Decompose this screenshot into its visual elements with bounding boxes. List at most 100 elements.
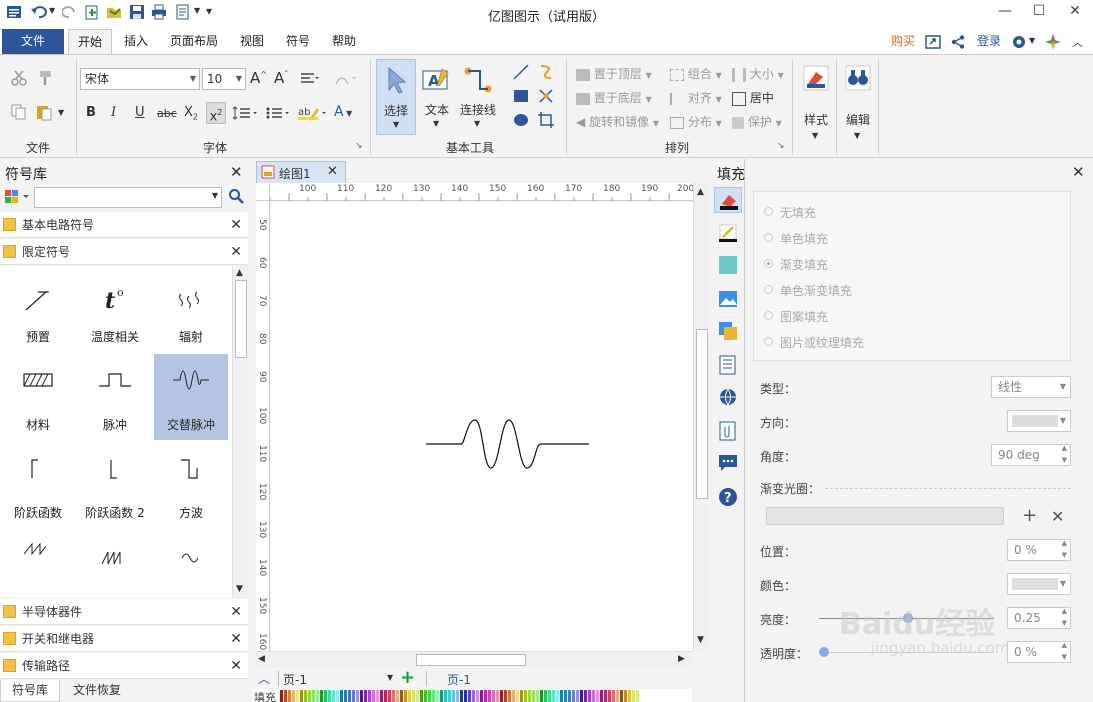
palette-swatch[interactable] [508, 690, 511, 702]
scrollbar-thumb[interactable] [235, 280, 247, 358]
rotate-mirror-button[interactable]: ◀ 旋转和镜像 ▼ [576, 113, 659, 130]
palette-swatch[interactable] [540, 690, 543, 702]
theme-icon[interactable] [1044, 33, 1062, 51]
sine-wave-symbol-icon[interactable] [172, 546, 212, 570]
palette-swatch[interactable] [600, 690, 603, 702]
bullet-list-icon[interactable] [266, 106, 292, 120]
underline-icon[interactable]: U [135, 105, 145, 120]
color-select[interactable]: ▼ [1007, 573, 1071, 595]
palette-swatch[interactable] [360, 690, 363, 702]
scroll-left-icon[interactable]: ◀ [258, 654, 265, 664]
palette-swatch[interactable] [496, 690, 499, 702]
palette-swatch[interactable] [400, 690, 403, 702]
palette-swatch[interactable] [432, 690, 435, 702]
palette-swatch[interactable] [608, 690, 611, 702]
symbol-preset[interactable]: 预置 [1, 266, 75, 352]
help-icon[interactable]: ? [718, 487, 738, 507]
palette-swatch[interactable] [512, 690, 515, 702]
palette-swatch[interactable] [528, 690, 531, 702]
brightness-spinner[interactable]: 0.25 ▲ ▼ [1007, 607, 1071, 629]
paste-dropdown-icon[interactable]: ▼ [58, 108, 64, 117]
palette-swatch[interactable] [316, 690, 319, 702]
strikethrough-icon[interactable]: abc [157, 107, 177, 120]
radio-solid-fill[interactable]: 单色填充 [764, 230, 964, 246]
palette-swatch[interactable] [472, 690, 475, 702]
palette-swatch[interactable] [340, 690, 343, 702]
library-section-qualifier[interactable]: 限定符号 ✕ [0, 239, 248, 265]
arc-shape-icon[interactable] [537, 63, 555, 81]
color-palette[interactable]: 填充 [252, 689, 692, 702]
palette-swatch[interactable] [612, 690, 615, 702]
palette-swatch[interactable] [380, 690, 383, 702]
palette-swatch[interactable] [580, 690, 583, 702]
scroll-up-icon[interactable]: ▲ [697, 187, 704, 197]
format-painter-icon[interactable] [36, 69, 54, 87]
close-section-icon[interactable]: ✕ [230, 653, 242, 679]
close-section-icon[interactable]: ✕ [230, 599, 242, 625]
crop-icon[interactable] [537, 111, 555, 129]
page-list-toggle-icon[interactable]: ︿ [258, 670, 270, 687]
palette-swatch[interactable] [576, 690, 579, 702]
palette-swatch[interactable] [372, 690, 375, 702]
library-scrollbar[interactable]: ▲ ▼ [232, 266, 248, 598]
palette-swatch[interactable] [420, 690, 423, 702]
close-fill-panel-icon[interactable]: ✕ [1072, 163, 1085, 181]
close-section-icon[interactable]: ✕ [230, 626, 242, 652]
buy-link[interactable]: 购买 [886, 29, 920, 54]
palette-swatch[interactable] [584, 690, 587, 702]
font-dialog-launcher-icon[interactable]: ↘ [355, 141, 363, 151]
palette-swatch[interactable] [556, 690, 559, 702]
palette-swatch[interactable] [628, 690, 631, 702]
alternating-pulse-shape[interactable] [421, 412, 591, 472]
symbol-material[interactable]: 材料 [1, 354, 75, 440]
palette-swatch[interactable] [436, 690, 439, 702]
tab-insert[interactable]: 插入 [116, 29, 156, 54]
palette-swatch[interactable] [396, 690, 399, 702]
rectangle-shape-icon[interactable] [512, 87, 530, 105]
palette-swatch[interactable] [416, 690, 419, 702]
palette-swatch[interactable] [624, 690, 627, 702]
palette-swatch[interactable] [384, 690, 387, 702]
close-document-icon[interactable]: ✕ [327, 164, 338, 179]
palette-swatch[interactable] [308, 690, 311, 702]
search-icon[interactable] [228, 188, 244, 204]
palette-swatch[interactable] [328, 690, 331, 702]
palette-swatch[interactable] [572, 690, 575, 702]
spinner-arrows-icon[interactable]: ▲ ▼ [1062, 639, 1067, 663]
bring-to-front-button[interactable]: 置于顶层 ▼ [576, 65, 652, 82]
hyperlink-panel-icon[interactable] [718, 387, 738, 407]
palette-swatch[interactable] [552, 690, 555, 702]
symbol-square-wave[interactable]: 方波 [154, 442, 228, 528]
login-link[interactable]: 登录 [972, 29, 1006, 54]
transparency-slider-handle[interactable] [819, 647, 829, 657]
ellipse-shape-icon[interactable] [512, 111, 530, 129]
palette-swatch[interactable] [560, 690, 563, 702]
spinner-arrows-icon[interactable]: ▲ ▼ [1062, 442, 1067, 466]
symbol-alternating-pulse[interactable]: 交替脉冲 [154, 354, 228, 440]
palette-swatch[interactable] [376, 690, 379, 702]
palette-swatch[interactable] [452, 690, 455, 702]
close-section-icon[interactable]: ✕ [230, 212, 242, 238]
add-stop-icon[interactable]: + [1022, 505, 1037, 526]
text-tool-button[interactable]: A 文本 ▼ [420, 59, 454, 135]
spinner-arrows-icon[interactable]: ▲ ▼ [1062, 605, 1067, 629]
palette-swatch[interactable] [492, 690, 495, 702]
palette-swatch[interactable] [568, 690, 571, 702]
palette-swatch[interactable] [344, 690, 347, 702]
remove-stop-icon[interactable]: ✕ [1051, 507, 1064, 526]
palette-swatch[interactable] [312, 690, 315, 702]
tab-file[interactable]: 文件 [2, 29, 64, 54]
palette-swatch[interactable] [296, 690, 299, 702]
scroll-down-icon[interactable]: ▼ [697, 635, 704, 645]
group-button[interactable]: 组合 ▼ [670, 65, 722, 82]
symbol-pulse[interactable]: 脉冲 [78, 354, 152, 440]
palette-swatch[interactable] [548, 690, 551, 702]
palette-swatch[interactable] [364, 690, 367, 702]
palette-swatch[interactable] [484, 690, 487, 702]
minimize-button[interactable]: — [988, 0, 1022, 24]
palette-swatch[interactable] [464, 690, 467, 702]
radio-no-fill[interactable]: 无填充 [764, 204, 964, 220]
palette-swatch[interactable] [536, 690, 539, 702]
gradient-stops-bar[interactable] [766, 507, 1004, 525]
arrange-dialog-launcher-icon[interactable]: ↘ [777, 141, 785, 151]
